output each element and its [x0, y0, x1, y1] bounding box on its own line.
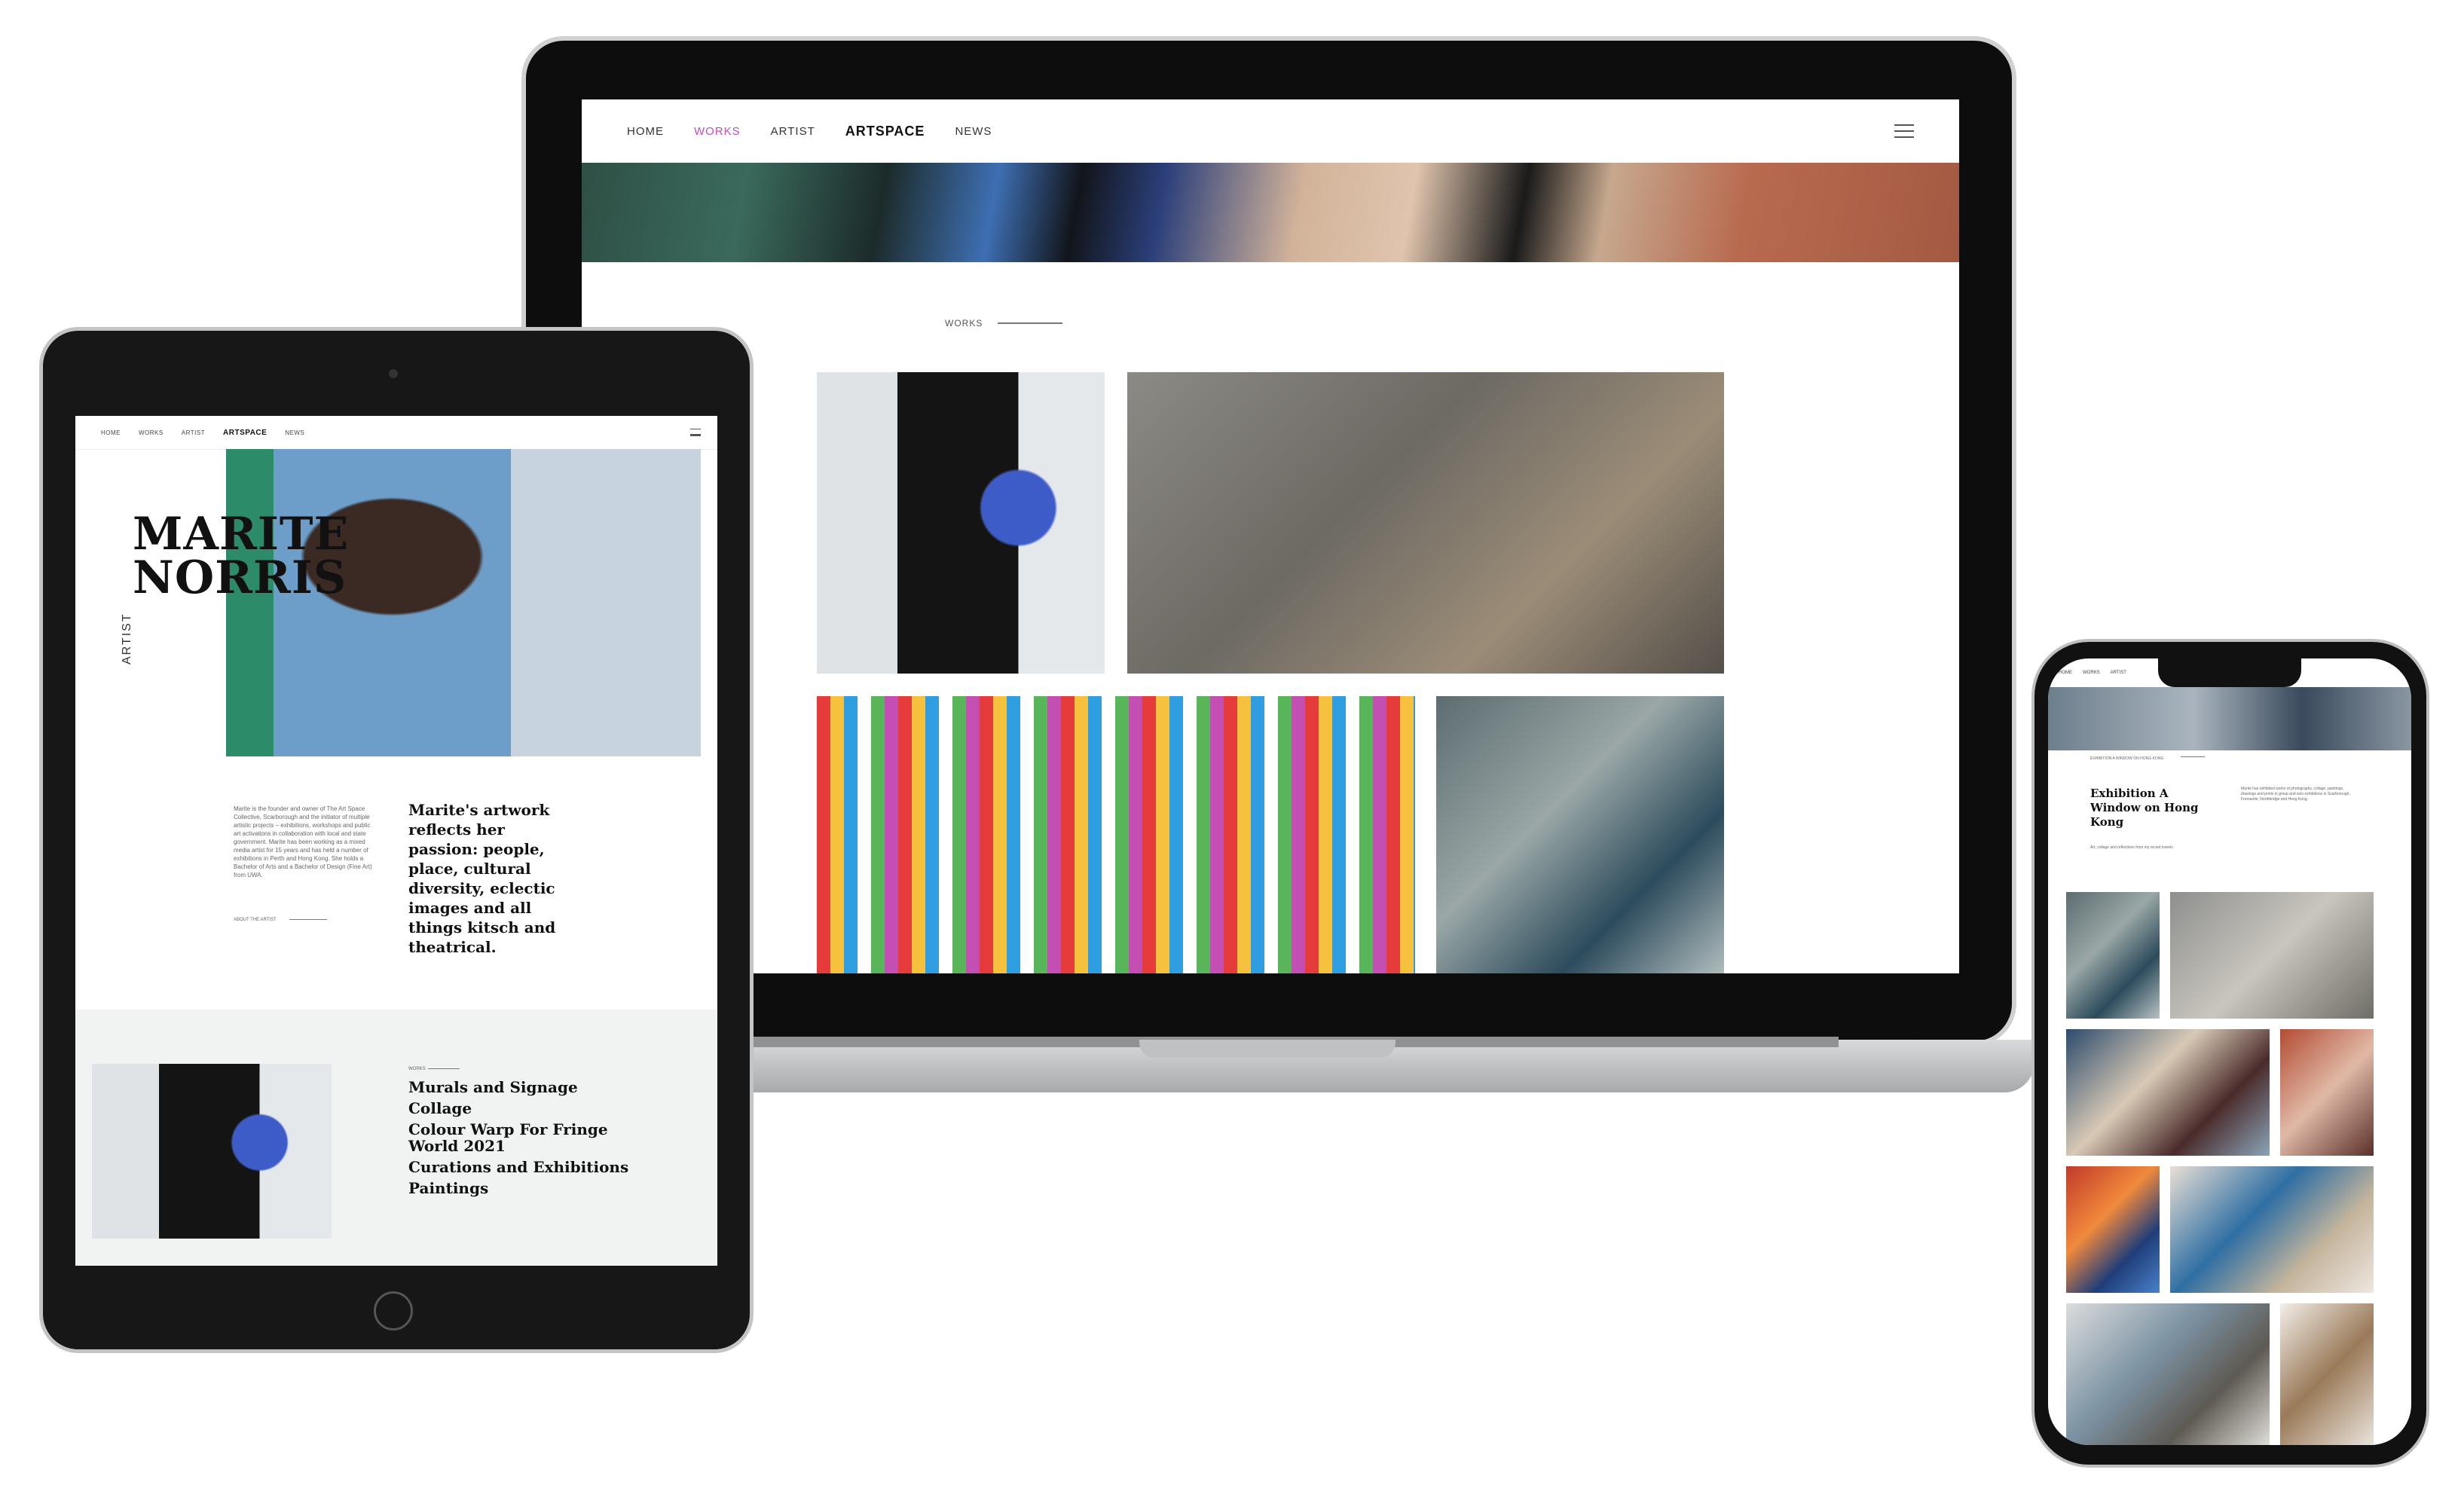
nav-home[interactable]: HOME — [627, 125, 664, 138]
nav-works[interactable]: WORKS — [139, 429, 164, 436]
artist-tagline: Marite's artwork reflects her passion: p… — [408, 801, 556, 956]
artwork-colour-warp[interactable] — [817, 696, 1415, 973]
works-section-label: WORKS — [945, 318, 983, 328]
about-the-artist-link[interactable]: ABOUT THE ARTIST — [234, 916, 277, 924]
tablet-home-button[interactable] — [374, 1291, 413, 1331]
laptop-notch — [1139, 1040, 1396, 1058]
exhibition-description: Marite has exhibited works of photograph… — [2241, 787, 2350, 802]
tablet-camera — [389, 369, 398, 378]
works-item-collage[interactable]: Collage — [408, 1100, 650, 1117]
nav-artist[interactable]: ARTIST — [182, 429, 205, 436]
works-feature-image[interactable] — [92, 1064, 332, 1239]
exhibition-title: Exhibition A Window on Hong Kong — [2090, 787, 2199, 829]
gallery-tile-7[interactable] — [2066, 1303, 2270, 1445]
nav-artist[interactable]: ARTIST — [771, 125, 815, 138]
gallery-tile-4[interactable] — [2280, 1029, 2374, 1156]
works-item-murals[interactable]: Murals and Signage — [408, 1079, 650, 1095]
phone-notch — [2158, 658, 2301, 687]
hamburger-menu-icon[interactable] — [690, 429, 701, 436]
artwork-collage[interactable] — [1127, 372, 1724, 674]
exhibition-subtitle: Art, collage and reflections from my rec… — [2090, 845, 2173, 850]
nav-home[interactable]: HOME — [2059, 671, 2072, 675]
artspace-logo[interactable]: ARTSPACE — [845, 124, 925, 139]
exhibition-label-rule — [2181, 756, 2205, 757]
nav-works[interactable]: WORKS — [2083, 671, 2100, 675]
laptop-screen: HOME WORKS ARTIST ARTSPACE NEWS WORKS — [582, 99, 1959, 973]
works-item-colour-warp[interactable]: Colour Warp For Fringe World 2021 — [408, 1121, 650, 1154]
gallery-tile-3[interactable] — [2066, 1029, 2270, 1156]
tablet-nav-bar: HOME WORKS ARTIST ARTSPACE NEWS — [75, 416, 717, 450]
exhibition-label: EXHIBITION A WINDOW ON HONG KONG — [2090, 756, 2164, 761]
hamburger-menu-icon[interactable] — [1894, 124, 1914, 138]
gallery-tile-2[interactable] — [2170, 892, 2374, 1019]
artwork-mural-bird[interactable] — [817, 372, 1105, 674]
artist-bio: Marite is the founder and owner of The A… — [234, 805, 372, 878]
tablet-screen: HOME WORKS ARTIST ARTSPACE NEWS MARITE N… — [75, 416, 717, 1266]
gallery-tile-8[interactable] — [2280, 1303, 2374, 1445]
works-item-paintings[interactable]: Paintings — [408, 1180, 650, 1196]
artist-name-line1: MARITE — [133, 508, 350, 561]
gallery-tile-6[interactable] — [2170, 1166, 2374, 1293]
nav-works[interactable]: WORKS — [694, 125, 741, 138]
about-link-rule — [289, 919, 327, 920]
artist-name: MARITE NORRIS — [133, 512, 349, 600]
phone-hero-image — [2048, 687, 2411, 750]
gallery-tile-1[interactable] — [2066, 892, 2160, 1019]
nav-home[interactable]: HOME — [101, 429, 121, 436]
nav-artist[interactable]: ARTIST — [2111, 671, 2126, 675]
hero-painting-image — [582, 163, 1959, 262]
laptop-nav-bar: HOME WORKS ARTIST ARTSPACE NEWS — [582, 99, 1959, 163]
works-item-curations[interactable]: Curations and Exhibitions — [408, 1159, 650, 1175]
gallery-tile-5[interactable] — [2066, 1166, 2160, 1293]
nav-news[interactable]: NEWS — [285, 429, 304, 436]
works-list: Murals and Signage Collage Colour Warp F… — [408, 1079, 650, 1201]
artist-role-label: ARTIST — [121, 613, 133, 665]
nav-news[interactable]: NEWS — [955, 125, 992, 138]
artwork-birds-collage[interactable] — [1436, 696, 1724, 973]
phone-screen: HOME WORKS ARTIST EXHIBITION A WINDOW ON… — [2048, 658, 2411, 1445]
works-section-rule — [998, 322, 1062, 324]
works-label: WORKS — [408, 1067, 426, 1071]
artspace-logo[interactable]: ARTSPACE — [223, 429, 267, 437]
works-label-rule — [428, 1068, 460, 1069]
artist-name-line2: NORRIS — [133, 551, 347, 604]
